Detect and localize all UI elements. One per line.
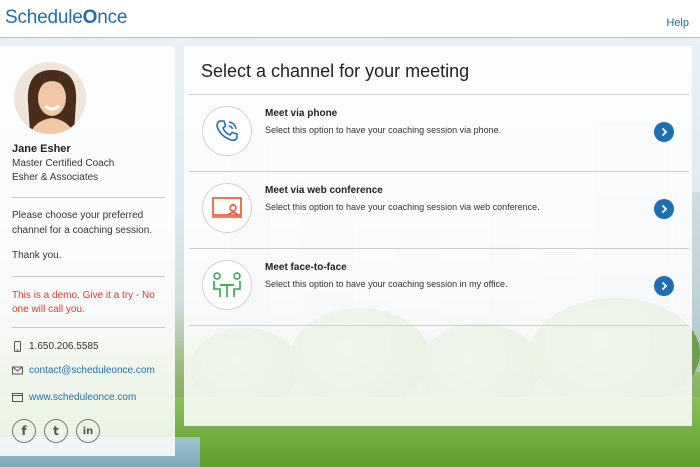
demo-notice: This is a demo. Give it a try - No one w… bbox=[12, 290, 155, 315]
social-links: f t in bbox=[12, 419, 100, 443]
chevron-right-icon[interactable] bbox=[654, 122, 674, 142]
option-description: Select this option to have your coaching… bbox=[265, 279, 508, 289]
option-title: Meet face-to-face bbox=[265, 262, 347, 273]
option-description: Select this option to have your coaching… bbox=[265, 125, 502, 135]
channel-panel: Select a channel for your meeting Meet v… bbox=[184, 46, 692, 426]
divider bbox=[12, 327, 165, 328]
email-link[interactable]: contact@scheduleonce.com bbox=[29, 365, 155, 376]
chevron-right-icon[interactable] bbox=[654, 276, 674, 296]
web-conference-icon bbox=[212, 197, 242, 218]
facebook-icon[interactable]: f bbox=[12, 419, 36, 443]
intro-message: Please choose your preferred channel for… bbox=[12, 210, 153, 236]
email-row[interactable]: contact@scheduleonce.com bbox=[12, 365, 155, 376]
option-phone[interactable]: Meet via phone Select this option to hav… bbox=[189, 95, 689, 171]
envelope-icon bbox=[12, 366, 23, 375]
phone-number: 1.650.206.5585 bbox=[29, 341, 99, 352]
thanks-text: Thank you. bbox=[12, 250, 62, 261]
option-face-to-face[interactable]: Meet face-to-face Select this option to … bbox=[189, 249, 689, 325]
coach-title: Master Certified Coach bbox=[12, 158, 115, 169]
mobile-phone-icon bbox=[14, 341, 21, 352]
face-to-face-icon bbox=[213, 272, 241, 297]
phone-row: 1.650.206.5585 bbox=[12, 341, 99, 352]
divider bbox=[189, 325, 689, 326]
divider bbox=[12, 276, 165, 277]
profile-card: Jane Esher Master Certified Coach Esher … bbox=[0, 46, 175, 456]
chevron-right-icon[interactable] bbox=[654, 199, 674, 219]
option-web-conference[interactable]: Meet via web conference Select this opti… bbox=[189, 172, 689, 248]
website-row[interactable]: www.scheduleonce.com bbox=[12, 392, 136, 403]
top-bar: ScheduleOnce Help bbox=[0, 0, 700, 38]
twitter-icon[interactable]: t bbox=[44, 419, 68, 443]
coach-company: Esher & Associates bbox=[12, 172, 99, 183]
linkedin-icon[interactable]: in bbox=[76, 419, 100, 443]
coach-name: Jane Esher bbox=[12, 143, 71, 155]
help-link[interactable]: Help bbox=[666, 17, 689, 29]
phone-icon bbox=[216, 120, 238, 142]
option-title: Meet via web conference bbox=[265, 185, 383, 196]
website-link[interactable]: www.scheduleonce.com bbox=[29, 392, 136, 403]
scheduleonce-logo[interactable]: ScheduleOnce bbox=[5, 7, 127, 29]
option-title: Meet via phone bbox=[265, 108, 338, 119]
page-title: Select a channel for your meeting bbox=[201, 61, 470, 81]
divider bbox=[12, 197, 165, 198]
browser-window-icon bbox=[12, 393, 23, 402]
avatar bbox=[12, 60, 88, 136]
option-description: Select this option to have your coaching… bbox=[265, 202, 540, 212]
